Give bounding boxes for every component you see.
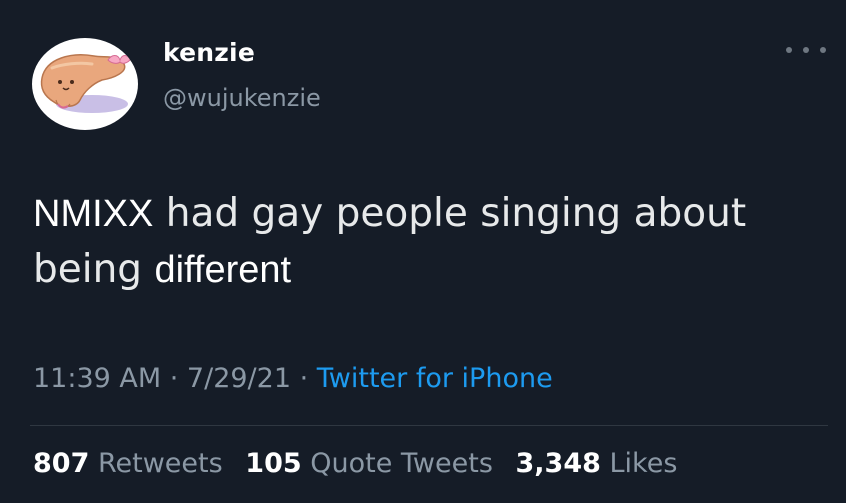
ellipsis-icon-dot	[803, 47, 809, 53]
meta-separator: ·	[161, 363, 187, 394]
tweet-text-overlay-word: different	[154, 249, 292, 291]
tweet-text-overlay-word: NMIXX	[33, 193, 154, 235]
tweet-text-line1: had gay people singing about	[153, 191, 747, 236]
likes-stat[interactable]: 3,348 Likes	[516, 448, 678, 479]
meta-separator: ·	[291, 363, 317, 394]
quote-tweets-label: Quote Tweets	[310, 448, 493, 479]
cartoon-bread-avatar-icon	[40, 54, 131, 113]
quote-tweets-stat[interactable]: 105 Quote Tweets	[245, 448, 501, 479]
more-options-button[interactable]	[786, 40, 826, 60]
ellipsis-icon-dot	[786, 47, 792, 53]
tweet-date[interactable]: 7/29/21	[187, 363, 291, 394]
likes-label: Likes	[609, 448, 678, 479]
tweet-meta: 11:39 AM · 7/29/21 · Twitter for iPhone	[33, 363, 553, 394]
avatar[interactable]	[32, 38, 138, 130]
quote-tweets-count: 105	[245, 448, 302, 479]
author-display-name[interactable]: kenzie	[163, 38, 255, 67]
tweet-time[interactable]: 11:39 AM	[33, 363, 161, 394]
ellipsis-icon-dot	[820, 47, 826, 53]
likes-count: 3,348	[515, 448, 601, 479]
tweet-text: NMIXX had gay people singing about being…	[33, 186, 813, 298]
retweets-label: Retweets	[97, 448, 223, 479]
tweet-card: kenzie @wujukenzie NMIXX had gay people …	[0, 0, 846, 503]
tweet-text-line2: being	[33, 247, 155, 292]
tweet-source-link[interactable]: Twitter for iPhone	[317, 363, 553, 394]
retweets-count: 807	[33, 448, 90, 479]
author-handle[interactable]: @wujukenzie	[163, 84, 321, 112]
retweets-stat[interactable]: 807 Retweets	[33, 448, 231, 479]
divider	[30, 425, 828, 426]
tweet-stats: 807 Retweets 105 Quote Tweets 3,348 Like…	[33, 448, 691, 479]
